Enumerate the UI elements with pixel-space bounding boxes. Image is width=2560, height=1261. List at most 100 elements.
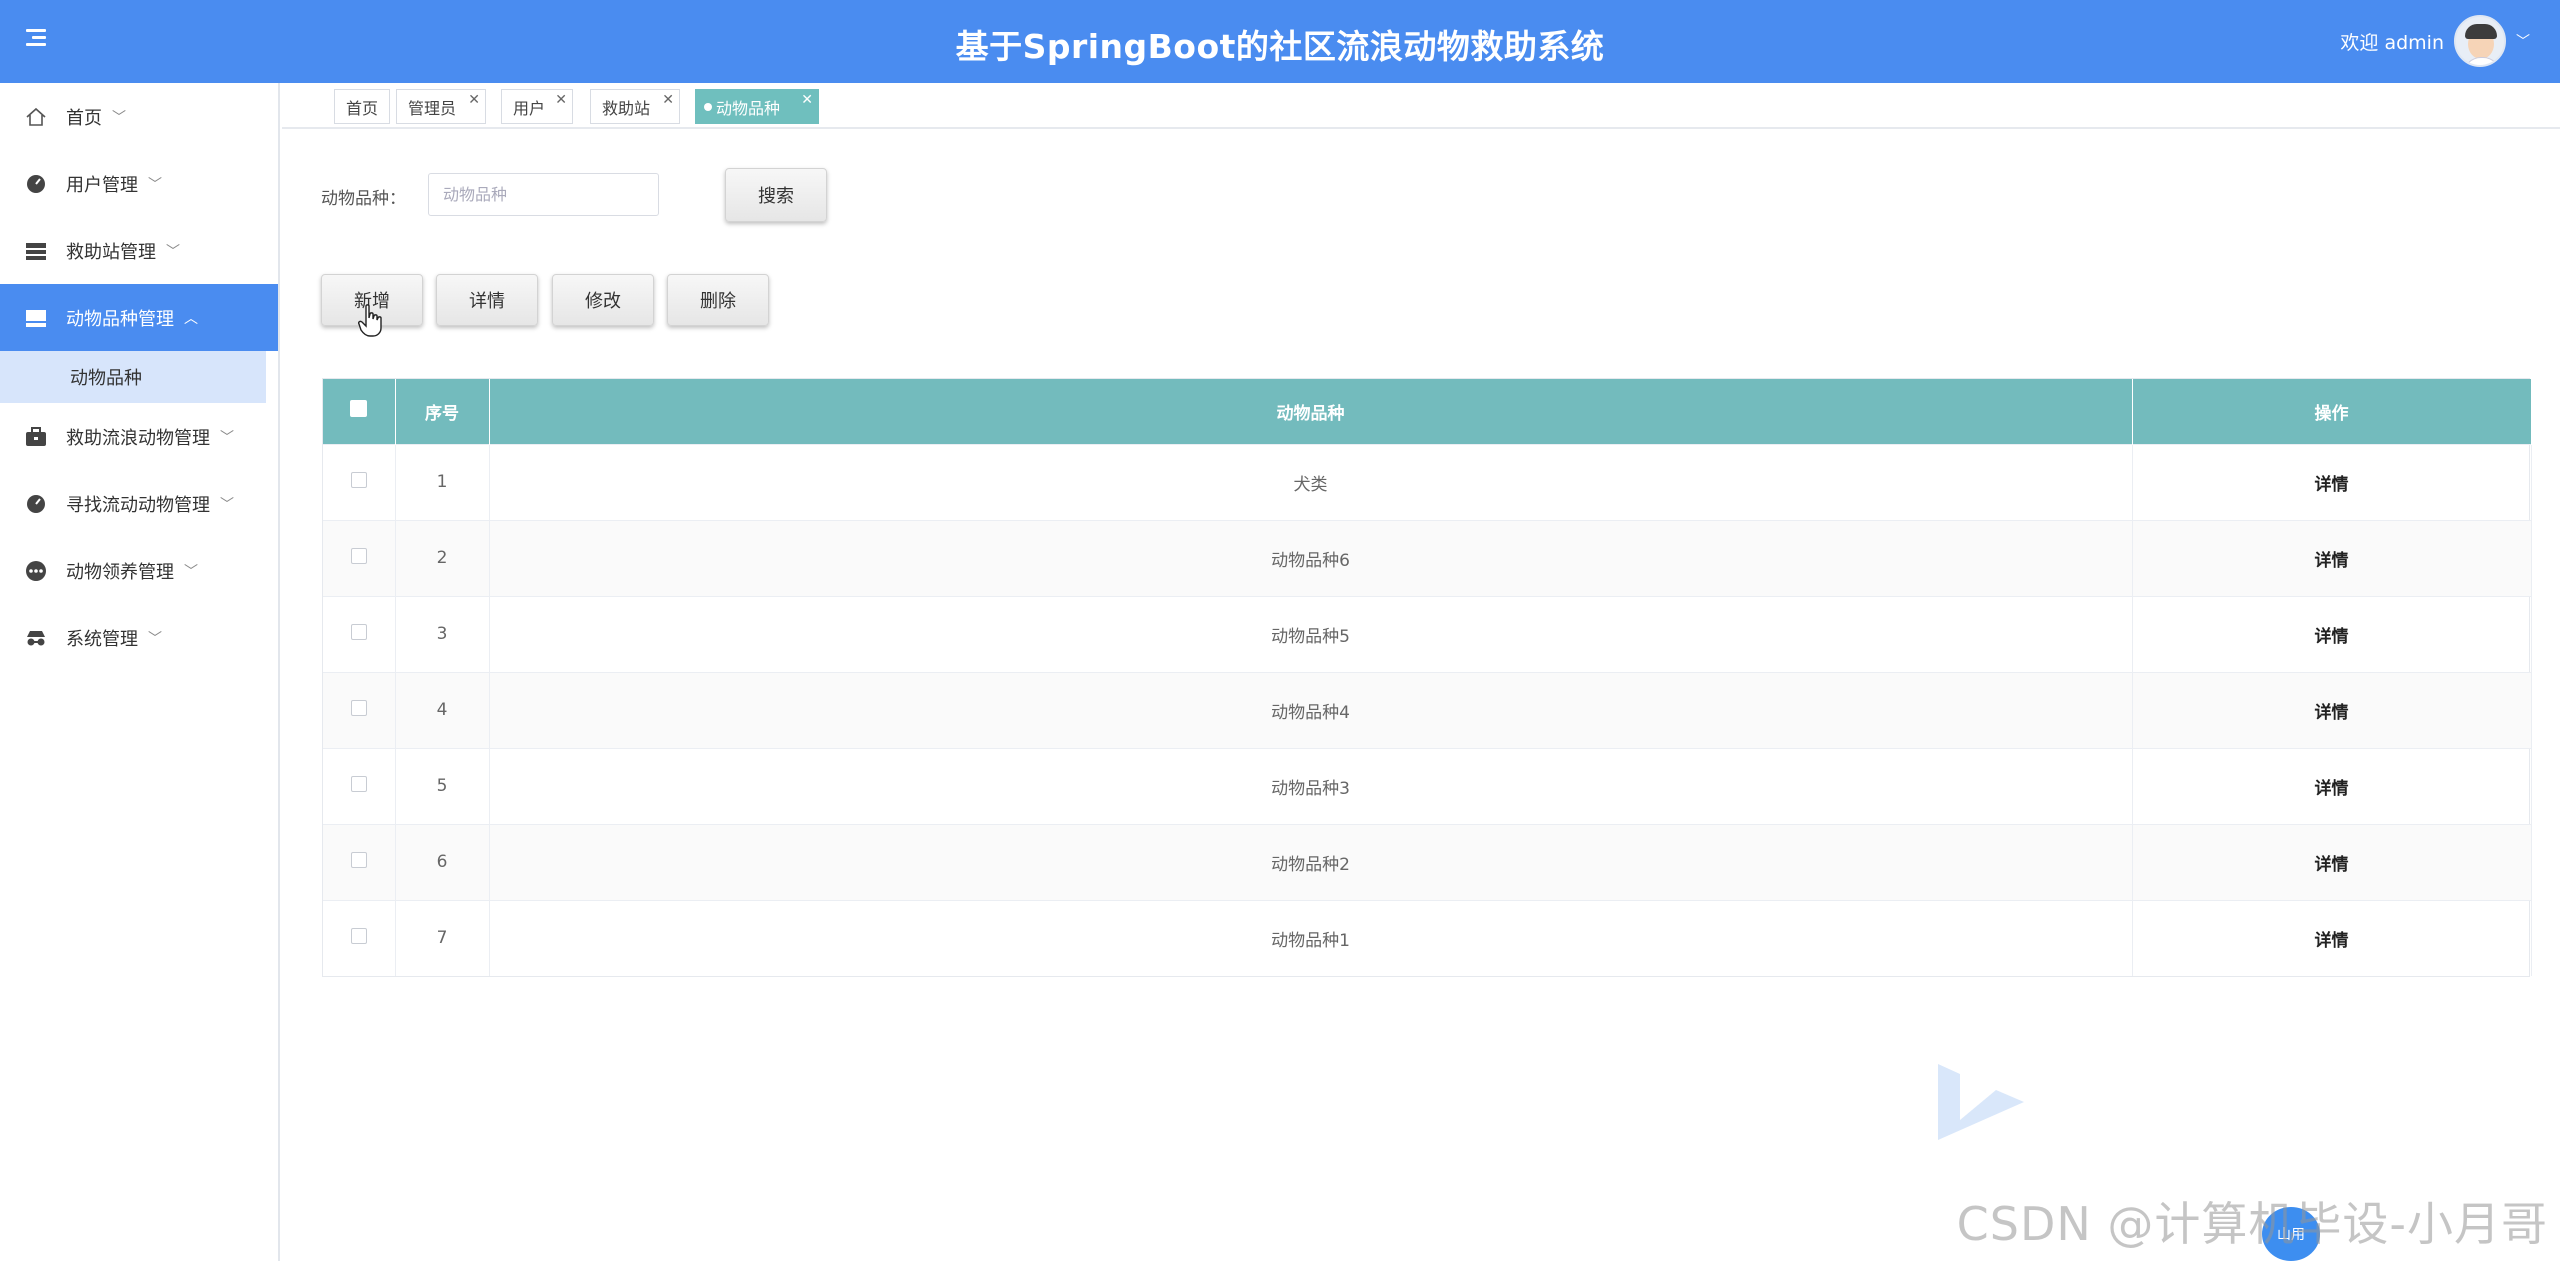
user-menu[interactable]: 欢迎 admin ﹀ [2340, 8, 2530, 74]
sidebar: 首页 ﹀ 用户管理 ﹀ 救助站管理 ﹀ 动物品种管理 ︿ 动物品种 救助流浪动物… [0, 83, 280, 1261]
table-row: 6 动物品种2 详情 [323, 824, 2532, 900]
row-index: 3 [395, 596, 490, 672]
row-checkbox[interactable] [350, 775, 367, 792]
select-all-cell [323, 379, 396, 444]
close-icon[interactable]: ✕ [555, 92, 567, 108]
tab-admin[interactable]: 管理员 ✕ [396, 89, 486, 124]
table-row: 5 动物品种3 详情 [323, 748, 2532, 824]
row-detail-link[interactable]: 详情 [2132, 444, 2532, 520]
row-detail-link[interactable]: 详情 [2132, 520, 2532, 596]
chevron-down-icon: ﹀ [112, 109, 126, 126]
gauge-icon [24, 172, 48, 196]
column-header-index: 序号 [395, 379, 490, 444]
chevron-down-icon: ﹀ [166, 243, 180, 260]
chevron-down-icon: ﹀ [148, 176, 162, 193]
row-index: 4 [395, 672, 490, 748]
search-label: 动物品种： [321, 189, 406, 209]
row-index: 6 [395, 824, 490, 900]
tab-user[interactable]: 用户 ✕ [501, 89, 573, 124]
sidebar-item-search-animals[interactable]: 寻找流动动物管理 ﹀ [0, 470, 278, 537]
top-header: 基于SpringBoot的社区流浪动物救助系统 欢迎 admin ﹀ [0, 0, 2560, 83]
tab-breed[interactable]: 动物品种 ✕ [695, 89, 819, 124]
table-row: 1 犬类 详情 [323, 444, 2532, 520]
sidebar-item-label: 救助流浪动物管理 [66, 427, 210, 449]
row-detail-link[interactable]: 详情 [2132, 596, 2532, 672]
more-icon [24, 559, 48, 583]
panel-icon [24, 306, 48, 330]
row-checkbox[interactable] [350, 927, 367, 944]
chevron-down-icon[interactable]: ﹀ [2516, 31, 2530, 51]
row-checkbox[interactable] [350, 699, 367, 716]
sidebar-subitem-breed[interactable]: 动物品种 [0, 351, 266, 403]
tab-label: 用户 [513, 98, 546, 118]
tab-station[interactable]: 救助站 ✕ [590, 89, 680, 124]
row-breed: 动物品种2 [489, 824, 2133, 900]
close-icon[interactable]: ✕ [801, 92, 813, 108]
sidebar-item-label: 救助站管理 [66, 241, 156, 263]
welcome-text: 欢迎 admin [2340, 31, 2444, 54]
app-title: 基于SpringBoot的社区流浪动物救助系统 [955, 27, 1605, 66]
row-detail-link[interactable]: 详情 [2132, 672, 2532, 748]
watermark-text: CSDN @计算机毕设-小月哥 [1956, 1197, 2548, 1251]
row-checkbox[interactable] [350, 851, 367, 868]
row-checkbox[interactable] [350, 623, 367, 640]
row-index: 7 [395, 900, 490, 976]
avatar[interactable] [2454, 15, 2506, 67]
breed-table: 序号 动物品种 操作 1 犬类 详情 2 动物品种6 详情 3 动物品种5 详情… [322, 378, 2532, 977]
chevron-down-icon: ﹀ [220, 496, 234, 513]
row-breed: 动物品种3 [489, 748, 2133, 824]
briefcase-icon [24, 425, 48, 449]
chevron-down-icon: ﹀ [148, 630, 162, 647]
active-dot-icon [704, 102, 712, 111]
sidebar-item-home[interactable]: 首页 ﹀ [0, 83, 278, 150]
sidebar-item-rescue[interactable]: 救助流浪动物管理 ﹀ [0, 403, 278, 470]
row-breed: 动物品种5 [489, 596, 2133, 672]
tab-label: 救助站 [602, 98, 651, 118]
sidebar-item-label: 动物品种管理 [66, 308, 174, 330]
sidebar-item-label: 用户管理 [66, 174, 138, 196]
row-detail-link[interactable]: 详情 [2132, 748, 2532, 824]
list-icon [24, 239, 48, 263]
search-button[interactable]: 搜索 [725, 168, 827, 222]
edit-button[interactable]: 修改 [552, 274, 654, 326]
sidebar-item-label: 动物领养管理 [66, 561, 174, 583]
sidebar-item-adoption[interactable]: 动物领养管理 ﹀ [0, 537, 278, 604]
column-header-breed: 动物品种 [489, 379, 2133, 444]
home-icon [24, 105, 48, 129]
row-breed: 动物品种1 [489, 900, 2133, 976]
table-row: 2 动物品种6 详情 [323, 520, 2532, 596]
row-detail-link[interactable]: 详情 [2132, 900, 2532, 976]
table-row: 7 动物品种1 详情 [323, 900, 2532, 976]
sidebar-item-breeds[interactable]: 动物品种管理 ︿ [0, 284, 278, 351]
tab-label: 动物品种 [716, 98, 781, 118]
sidebar-item-label: 寻找流动动物管理 [66, 494, 210, 516]
chevron-down-icon: ﹀ [220, 429, 234, 446]
row-index: 2 [395, 520, 490, 596]
row-detail-link[interactable]: 详情 [2132, 824, 2532, 900]
select-all-checkbox[interactable] [350, 400, 368, 418]
sidebar-item-label: 首页 [66, 107, 102, 129]
hand-cursor-icon [358, 304, 382, 337]
gauge-icon [24, 492, 48, 516]
row-checkbox[interactable] [350, 471, 367, 488]
detail-button[interactable]: 详情 [436, 274, 538, 326]
tab-home[interactable]: 首页 [334, 89, 390, 124]
sidebar-item-system[interactable]: 系统管理 ﹀ [0, 604, 278, 671]
row-index: 5 [395, 748, 490, 824]
row-breed: 犬类 [489, 444, 2133, 520]
sidebar-item-label: 系统管理 [66, 628, 138, 650]
row-breed: 动物品种6 [489, 520, 2133, 596]
close-icon[interactable]: ✕ [662, 92, 674, 108]
search-input[interactable] [428, 173, 659, 216]
tab-bar: 首页 管理员 ✕ 用户 ✕ 救助站 ✕ 动物品种 ✕ [282, 83, 2560, 129]
table-row: 4 动物品种4 详情 [323, 672, 2532, 748]
row-checkbox[interactable] [350, 547, 367, 564]
close-icon[interactable]: ✕ [468, 92, 480, 108]
delete-button[interactable]: 删除 [667, 274, 769, 326]
tab-label: 首页 [346, 98, 379, 118]
tab-label: 管理员 [408, 98, 457, 118]
row-breed: 动物品种4 [489, 672, 2133, 748]
sidebar-item-stations[interactable]: 救助站管理 ﹀ [0, 217, 278, 284]
table-header-row: 序号 动物品种 操作 [323, 379, 2532, 444]
sidebar-item-users[interactable]: 用户管理 ﹀ [0, 150, 278, 217]
